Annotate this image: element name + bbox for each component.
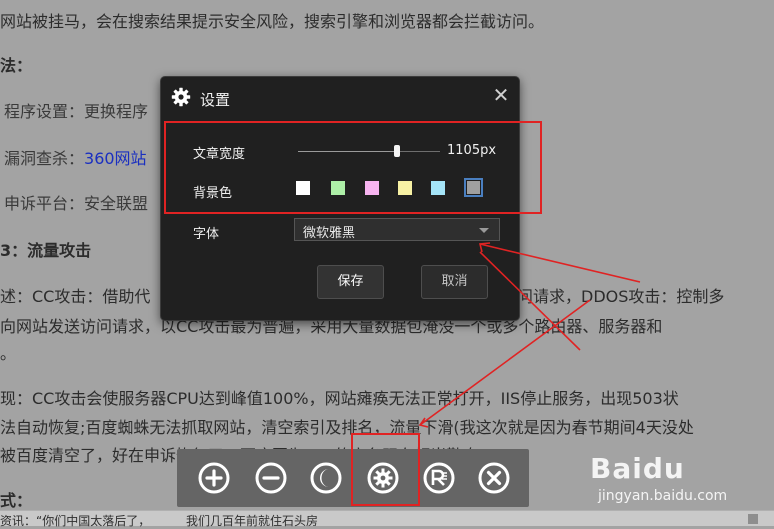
article-line: 申诉平台：安全联盟 xyxy=(4,194,149,213)
cancel-button[interactable]: 取消 xyxy=(421,265,488,299)
width-label: 文章宽度 xyxy=(193,147,246,162)
reader-mode-icon[interactable] xyxy=(420,459,458,497)
zoom-in-icon[interactable] xyxy=(195,459,233,497)
bg-swatch-white[interactable] xyxy=(296,181,310,195)
font-select[interactable]: 微软雅黑 xyxy=(294,218,500,241)
width-value: 1105px xyxy=(447,143,497,158)
bg-swatch-yellow[interactable] xyxy=(398,181,412,195)
article-heading: 3：流量攻击 xyxy=(0,241,92,260)
bg-swatch-green[interactable] xyxy=(331,181,345,195)
article-fragment: 问请求，DDOS攻击：控制多 xyxy=(517,287,725,306)
article-line: 漏洞查杀：360网站 xyxy=(4,149,147,168)
watermark-url: jingyan.baidu.com xyxy=(598,488,728,504)
chevron-down-icon xyxy=(479,228,489,233)
close-icon[interactable]: ✕ xyxy=(491,85,511,105)
article-line: 程序设置：更换程序 xyxy=(4,102,149,121)
bg-swatch-gray[interactable] xyxy=(464,178,483,197)
article-line: 网站被挂马，会在搜索结果提示安全风险，搜索引擎和浏览器都会拦截访问。 xyxy=(0,12,545,31)
font-label: 字体 xyxy=(193,227,220,242)
bottom-news-bar: 资讯：“你们中国太落后了， 我们几百年前就住石头房 xyxy=(0,510,774,529)
font-select-value: 微软雅黑 xyxy=(303,226,356,241)
news-item[interactable]: 我们几百年前就住石头房 xyxy=(186,512,318,529)
article-heading: 式： xyxy=(0,491,33,510)
save-button[interactable]: 保存 xyxy=(317,265,384,299)
slider-thumb[interactable] xyxy=(394,145,401,157)
baidu-watermark: Baidu jingyan.baidu.com xyxy=(590,452,770,512)
slider-fill xyxy=(298,151,398,152)
square-icon xyxy=(748,514,758,524)
dialog-title: 设置 xyxy=(200,90,231,109)
article-line: 述：CC攻击：借助代 xyxy=(0,287,151,306)
dialog-title-bar: 设置 xyxy=(171,87,231,111)
article-heading: 法： xyxy=(0,56,33,75)
width-slider[interactable] xyxy=(298,145,440,157)
news-item[interactable]: 资讯：“你们中国太落后了， xyxy=(0,512,150,529)
zoom-out-icon[interactable] xyxy=(252,459,290,497)
settings-gear-icon[interactable] xyxy=(364,459,402,497)
security-link[interactable]: 360网站 xyxy=(84,149,147,168)
settings-dialog: 设置 ✕ 文章宽度 1105px 背景色 字体 微软雅黑 保存 取消 xyxy=(160,76,520,321)
article-line: 现：CC攻击会使服务器CPU达到峰值100%，网站瘫痪无法正常打开，IIS停止服… xyxy=(0,389,679,408)
bg-swatch-pink[interactable] xyxy=(365,181,379,195)
article-line: 。 xyxy=(0,344,17,363)
close-circle-icon[interactable] xyxy=(475,459,513,497)
bg-swatch-blue[interactable] xyxy=(431,181,445,195)
baidu-logo: Baidu xyxy=(590,452,685,485)
bg-color-label: 背景色 xyxy=(193,186,233,201)
reader-toolbar xyxy=(177,449,529,507)
article-line: 法自动恢复;百度蜘蛛无法抓取网站，清空索引及排名，流量下滑(我这次就是因为春节期… xyxy=(0,418,694,437)
gear-icon xyxy=(171,87,191,111)
night-mode-icon[interactable] xyxy=(307,459,345,497)
